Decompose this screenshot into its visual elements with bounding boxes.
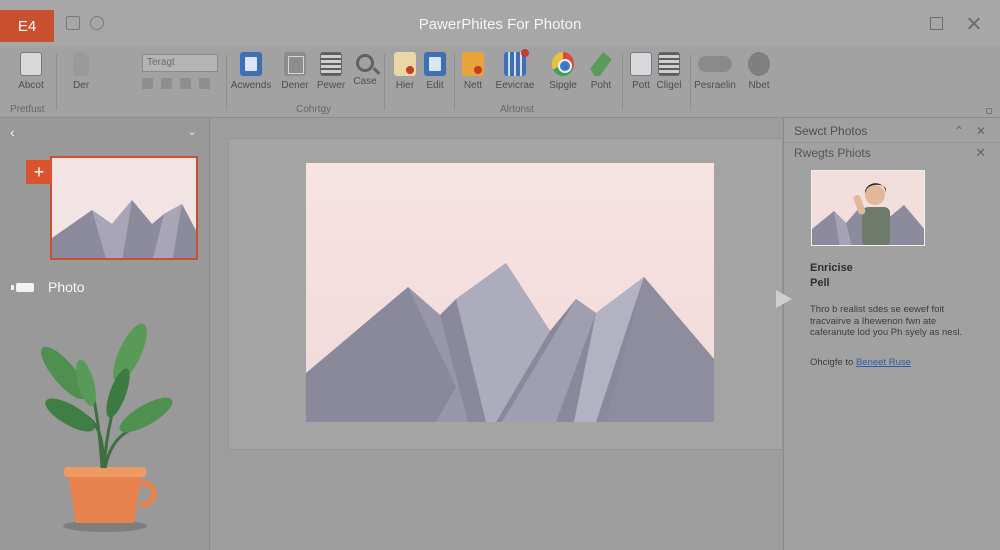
person-mountain-image (812, 171, 924, 245)
photo-section[interactable]: Photo (11, 279, 85, 295)
chrome-icon (552, 52, 574, 76)
slide-editor (211, 118, 783, 550)
grid-icon (504, 49, 529, 76)
chevron-up-icon[interactable]: ⌃ (954, 124, 964, 138)
pen-icon (73, 52, 89, 76)
plant-illustration (41, 323, 173, 532)
ribbon-collapse-icon[interactable] (986, 108, 992, 114)
cloud-icon (698, 56, 732, 72)
close-icon[interactable] (967, 17, 980, 30)
brush-icon (590, 52, 612, 76)
ribbon-button-nett[interactable]: Nett (450, 52, 496, 91)
ribbon-separator (226, 54, 227, 110)
ribbon: Abcot Der Teragt Acwends Dener Pewer Cas… (0, 46, 1000, 118)
ribbon-label: Pewer (316, 80, 346, 91)
ribbon-label: Edit (426, 80, 444, 91)
ribbon-label: Abcot (18, 80, 44, 91)
photo-name-line: Pell (810, 277, 830, 289)
file-blue-icon (240, 52, 262, 76)
close-icon[interactable]: ✕ (975, 145, 986, 161)
list-icon (658, 52, 680, 76)
layout-icon (284, 52, 306, 76)
ribbon-label: Case (353, 76, 377, 87)
window-controls (930, 17, 980, 30)
italic-icon[interactable] (161, 78, 172, 89)
ribbon-label: Eevicrae (495, 80, 535, 91)
ribbon-label: Nett (463, 80, 483, 91)
ribbon-button-nbet[interactable]: Nbet (736, 52, 782, 91)
search-icon (356, 54, 374, 72)
mountain-image (306, 163, 714, 422)
slide-thumbnail[interactable] (50, 156, 198, 260)
slides-pane-header: ‹ ⌄ (0, 118, 209, 144)
title-bar: E4 PawerPhites For Photon (0, 0, 1000, 46)
ribbon-label: Der (72, 80, 90, 91)
ribbon-label: Acwends (230, 80, 272, 91)
photo-description: Thro b realist sdes se eewef foit tracva… (810, 304, 963, 338)
ribbon-button-abcot[interactable]: Abcot (8, 52, 54, 91)
ribbon-group-label: Alrtonst (500, 104, 534, 115)
ribbon-label: Pesraelin (694, 80, 736, 91)
ribbon-button-acwends[interactable]: Acwends (228, 52, 274, 91)
ribbon-label: Nbet (748, 80, 770, 91)
ribbon-separator (690, 54, 691, 110)
camera-icon (11, 282, 34, 292)
underline-icon[interactable] (180, 78, 191, 89)
ribbon-button-cligel[interactable]: Cligel (646, 52, 692, 91)
ribbon-group-label: Pretfust (10, 104, 45, 115)
close-icon[interactable]: ✕ (976, 124, 986, 138)
photos-panel: Sewct Photos ⌃ ✕ Rwegts Phiots ✕ Enricis… (776, 118, 1000, 550)
photo-name: Enricise Pell (810, 261, 853, 291)
credit-link[interactable]: Beneet Ruse (856, 357, 911, 368)
ribbon-label: Dener (281, 80, 309, 91)
slide-canvas[interactable] (306, 163, 714, 422)
panel-toggle-arrow-icon[interactable] (776, 290, 792, 308)
panel-divider (784, 142, 1000, 143)
photo-label: Photo (48, 279, 85, 295)
document-icon (20, 52, 42, 76)
mountain-thumbnail-image (52, 158, 196, 258)
media-icon (462, 52, 484, 76)
ribbon-label: Poht (590, 80, 612, 91)
ribbon-group-label: Cohrtgy (296, 104, 332, 115)
panel-subtitle: Rwegts Phiots (794, 146, 871, 160)
ribbon-button-der[interactable]: Der (58, 52, 104, 91)
chevron-down-icon[interactable]: ⌄ (187, 124, 197, 138)
font-selector[interactable]: Teragt (142, 54, 218, 72)
window-title: PawerPhites For Photon (418, 16, 582, 33)
add-slide-button[interactable]: + (26, 160, 52, 184)
panel-title: Sewct Photos (794, 124, 868, 138)
photo-result-thumbnail[interactable] (811, 170, 925, 246)
credit-prefix: Ohcigfe to (810, 357, 854, 368)
panel-header-icons: ⌃ ✕ (954, 124, 986, 138)
page-icon (320, 52, 342, 76)
slides-pane: ‹ ⌄ + Photo (0, 118, 210, 550)
photo-credit: Ohcigfe to Beneet Ruse (810, 357, 911, 368)
color-icon[interactable] (199, 78, 210, 89)
ribbon-button-pesraelin[interactable]: Pesraelin (692, 52, 738, 91)
ribbon-separator (56, 54, 57, 110)
photo-name-line: Enricise (810, 262, 853, 274)
edit-icon (424, 52, 446, 76)
ribbon-label: Sipgle (549, 80, 577, 91)
bold-icon[interactable] (142, 78, 153, 89)
chevron-left-icon[interactable]: ‹ (10, 124, 15, 140)
ribbon-button-eevicrae[interactable]: Eevicrae (492, 49, 538, 91)
slide-frame (228, 138, 783, 450)
circle-icon (748, 52, 770, 76)
ribbon-label: Cligel (656, 80, 682, 91)
restore-icon[interactable] (930, 17, 943, 30)
format-icons (142, 78, 210, 89)
